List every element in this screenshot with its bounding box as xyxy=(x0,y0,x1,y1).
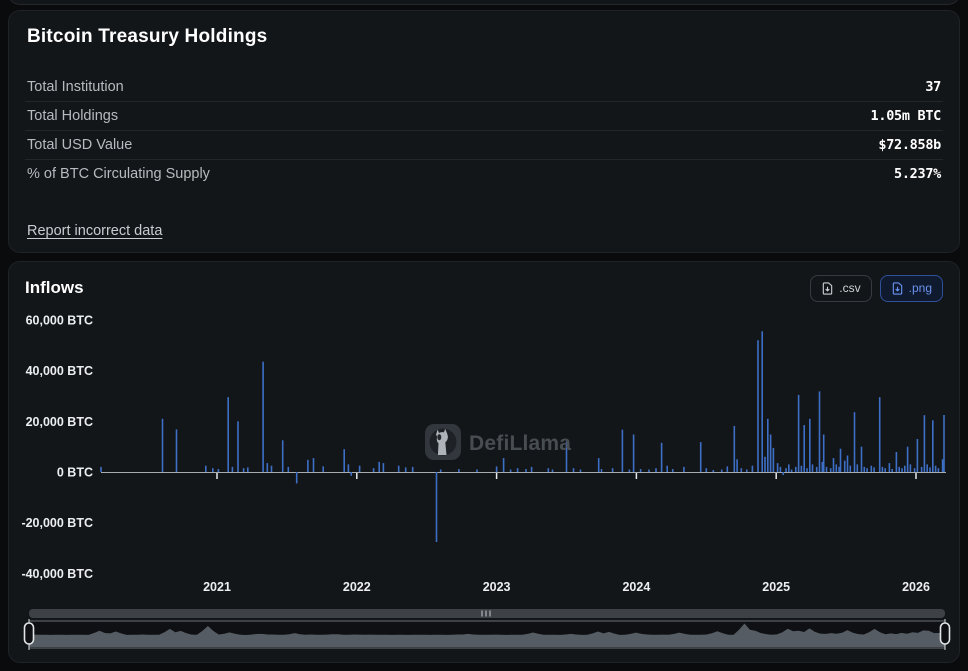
brush-handle-right[interactable] xyxy=(939,622,951,645)
chart-title: Inflows xyxy=(25,278,84,297)
report-incorrect-data-link[interactable]: Report incorrect data xyxy=(27,223,162,239)
y-axis-label: -20,000 BTC xyxy=(21,516,93,530)
png-button-label: .png xyxy=(908,281,932,295)
stat-value: $72.858b xyxy=(878,137,941,153)
stats-table: Total Institution 37 Total Holdings 1.05… xyxy=(25,72,943,188)
csv-button-label: .csv xyxy=(839,281,861,295)
previous-panel-edge xyxy=(8,0,960,5)
y-axis-label: -40,000 BTC xyxy=(21,567,93,581)
stat-row-total-holdings: Total Holdings 1.05m BTC xyxy=(25,101,943,130)
stat-value: 5.237% xyxy=(894,166,941,182)
page-title: Bitcoin Treasury Holdings xyxy=(27,26,268,47)
y-axis-label: 60,000 BTC xyxy=(26,313,93,327)
stat-row-btc-supply-pct: % of BTC Circulating Supply 5.237% xyxy=(25,159,943,188)
y-axis-label: 40,000 BTC xyxy=(26,364,93,378)
x-axis-label: 2022 xyxy=(343,580,371,594)
export-buttons: .csv .png xyxy=(810,274,943,302)
inflows-chart-panel: Inflows .csv .png 60,000 BTC 40,000 BTC … xyxy=(8,261,960,663)
stat-label: Total Holdings xyxy=(27,108,119,124)
x-axis-label: 2021 xyxy=(203,580,231,594)
stat-label: Total Institution xyxy=(27,78,124,95)
inflows-bar-chart[interactable]: 60,000 BTC 40,000 BTC 20,000 BTC 0 BTC -20,0… xyxy=(9,262,959,662)
y-axis-label: 20,000 BTC xyxy=(26,415,93,429)
x-axis-label: 2024 xyxy=(622,580,650,594)
brush-handle-left[interactable] xyxy=(23,622,35,645)
stat-label: % of BTC Circulating Supply xyxy=(27,166,210,182)
stat-row-total-usd-value: Total USD Value $72.858b xyxy=(25,130,943,159)
y-axis-label: 0 BTC xyxy=(57,466,93,480)
stat-value: 1.05m BTC xyxy=(870,108,942,124)
file-download-icon xyxy=(821,281,834,295)
inflow-bars[interactable] xyxy=(100,331,945,542)
stat-value: 37 xyxy=(925,78,941,95)
x-axis-label: 2025 xyxy=(762,580,790,594)
download-png-button[interactable]: .png xyxy=(879,274,943,302)
x-axis-label: 2023 xyxy=(483,580,511,594)
treasury-holdings-panel: Bitcoin Treasury Holdings Total Institut… xyxy=(8,10,960,253)
stat-row-total-institution: Total Institution 37 xyxy=(25,72,943,101)
download-csv-button[interactable]: .csv xyxy=(810,274,872,302)
file-download-icon xyxy=(891,281,904,295)
x-axis-label: 2026 xyxy=(902,580,930,594)
chart-scrollbar[interactable] xyxy=(29,609,945,618)
stat-label: Total USD Value xyxy=(27,137,133,153)
